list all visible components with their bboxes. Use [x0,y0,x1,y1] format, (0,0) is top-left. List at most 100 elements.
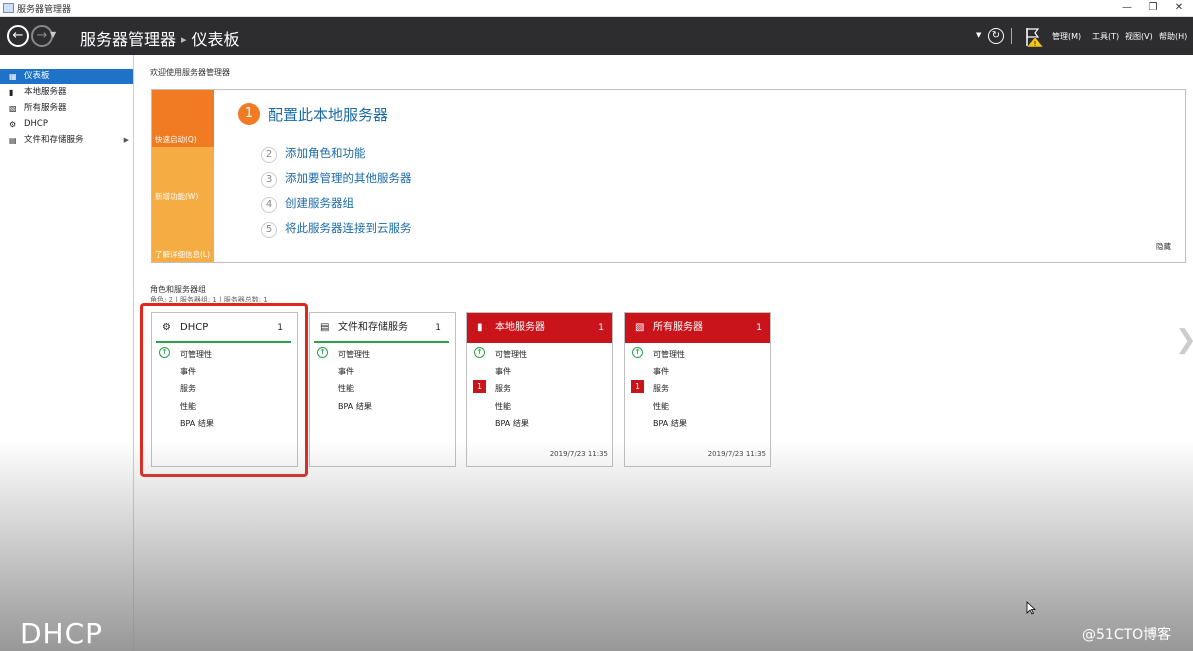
menu-help[interactable]: 帮助(H) [1159,31,1187,42]
breadcrumb-separator: ▸ [181,33,187,46]
tile-row-bpa[interactable]: BPA 结果 [653,418,687,429]
tile-row-services[interactable]: 1 服务 [473,380,511,394]
window-title: 服务器管理器 [17,5,72,15]
tab-quick-start[interactable]: 快速启动(Q) [152,90,214,147]
step-label: 创建服务器组 [285,196,354,210]
tile-row-events[interactable]: 事件 [495,366,511,377]
tile-row-events[interactable]: 事件 [653,366,669,377]
tile-header[interactable]: ▤ 文件和存储服务 1 [314,313,449,343]
menu-tools[interactable]: 工具(T) [1092,31,1119,42]
tile-header[interactable]: ▮ 本地服务器 1 [467,313,612,343]
history-dropdown-icon[interactable]: ▼ [50,30,56,39]
tile-row-manageability[interactable]: ↑ 可管理性 [632,347,685,360]
chevron-down-icon[interactable]: ▼ [976,31,981,39]
sidebar-item-label: DHCP [24,119,48,129]
row-label: 事件 [338,367,354,376]
step-number: 3 [261,172,277,188]
tab-whats-new[interactable]: 新增功能(W) [152,147,214,204]
minimize-button[interactable]: — [1114,0,1140,16]
quick-start-panel: 快速启动(Q) 新增功能(W) 了解详细信息(L) 1 配置此本地服务器 2 添加… [151,89,1186,263]
server-icon: ▮ [477,322,483,333]
tab-learn-more[interactable]: 了解详细信息(L) [152,204,214,262]
storage-icon: ▤ [320,322,330,333]
servers-icon: ▧ [635,322,645,333]
welcome-title: 欢迎使用服务器管理器 [150,68,230,77]
tile-title: 文件和存储服务 [338,322,408,333]
tile-row-bpa[interactable]: BPA 结果 [495,418,529,429]
tile-title: 所有服务器 [653,322,703,333]
back-arrow-icon[interactable]: ← [7,25,29,47]
refresh-icon[interactable]: ↻ [988,28,1004,44]
ok-status-icon: ↑ [317,347,328,358]
row-label: 事件 [495,367,511,376]
tile-row-bpa[interactable]: BPA 结果 [338,401,372,412]
watermark: @51CTO博客 [1082,627,1172,643]
restore-button[interactable]: ❐ [1140,0,1166,16]
connect-cloud-link[interactable]: 5 将此服务器连接到云服务 [261,220,412,238]
chevron-right-icon[interactable]: ❯ [1175,325,1193,355]
sidebar-item-local-server[interactable]: ▮ 本地服务器 [0,85,133,100]
step-number-badge: 1 [238,103,260,125]
tile-row-manageability[interactable]: ↑ 可管理性 [474,347,527,360]
tile-count: 1 [756,323,762,333]
configure-local-server-link[interactable]: 配置此本地服务器 [268,104,388,125]
menu-manage[interactable]: 管理(M) [1052,31,1081,42]
alert-count-badge: 1 [473,380,486,393]
row-label: 性能 [653,402,669,411]
servers-icon: ▧ [9,104,17,113]
role-tile-local-server[interactable]: ▮ 本地服务器 1 ↑ 可管理性 事件 1 服务 性能 BPA 结果 2019/7/… [466,312,613,467]
highlight-box [140,303,308,477]
sidebar-item-dhcp[interactable]: ⚙ DHCP [0,117,133,132]
menu-view[interactable]: 视图(V) [1125,31,1153,42]
svg-text:!: ! [1034,40,1037,48]
tile-row-performance[interactable]: 性能 [495,401,511,412]
tile-row-manageability[interactable]: ↑ 可管理性 [317,347,370,360]
step-number: 2 [261,147,277,163]
row-label: 可管理性 [653,350,685,359]
notification-flag-icon[interactable]: ! [1024,26,1044,48]
row-label: 性能 [338,384,354,393]
tile-count: 1 [598,323,604,333]
video-caption: DHCP [20,617,104,650]
step-label: 添加要管理的其他服务器 [285,171,412,185]
close-button[interactable]: ✕ [1166,0,1192,16]
role-tile-file-storage[interactable]: ▤ 文件和存储服务 1 ↑ 可管理性 事件 性能 BPA 结果 [309,312,456,467]
step-number: 4 [261,197,277,213]
dhcp-icon: ⚙ [9,120,17,129]
row-label: 性能 [495,402,511,411]
expand-arrow-icon[interactable]: ▶ [124,133,129,148]
create-server-group-link[interactable]: 4 创建服务器组 [261,195,354,213]
sidebar-item-label: 所有服务器 [24,103,67,113]
hide-link[interactable]: 隐藏 [1156,241,1171,252]
tile-header[interactable]: ▧ 所有服务器 1 [625,313,770,343]
sidebar: ▦ 仪表板 ▮ 本地服务器 ▧ 所有服务器 ⚙ DHCP ▤ 文件和存储服务 ▶ [0,55,134,651]
tile-row-performance[interactable]: 性能 [653,401,669,412]
tile-row-services[interactable]: 1 服务 [631,380,669,394]
step-number: 5 [261,222,277,238]
roles-summary: 角色: 2 | 服务器组: 1 | 服务器总数: 1 [150,296,268,302]
tile-count: 1 [435,323,441,333]
sidebar-item-label: 仪表板 [24,71,50,81]
add-servers-link[interactable]: 3 添加要管理的其他服务器 [261,170,412,188]
sidebar-item-label: 本地服务器 [24,87,67,97]
row-label: 服务 [653,384,669,393]
sidebar-item-dashboard[interactable]: ▦ 仪表板 [0,69,133,84]
add-roles-link[interactable]: 2 添加角色和功能 [261,145,366,163]
sidebar-item-file-storage[interactable]: ▤ 文件和存储服务 ▶ [0,133,133,148]
tile-row-performance[interactable]: 性能 [338,383,354,394]
breadcrumb-app[interactable]: 服务器管理器 [80,30,176,49]
step-label: 添加角色和功能 [285,146,366,160]
tile-row-events[interactable]: 事件 [338,366,354,377]
row-label: BPA 结果 [495,419,529,428]
mouse-cursor-icon [1026,601,1036,615]
row-label: 可管理性 [338,350,370,359]
sidebar-item-all-servers[interactable]: ▧ 所有服务器 [0,101,133,116]
app-icon [3,3,14,13]
role-tile-all-servers[interactable]: ▧ 所有服务器 1 ↑ 可管理性 事件 1 服务 性能 BPA 结果 2019/7/… [624,312,771,467]
row-label: BPA 结果 [653,419,687,428]
ok-status-icon: ↑ [632,347,643,358]
ok-status-icon: ↑ [474,347,485,358]
app-header: ← → ▼ 服务器管理器 ▸ 仪表板 ▼ ↻ ! 管理(M) 工具(T) 视图(V)… [0,17,1193,55]
row-label: BPA 结果 [338,402,372,411]
dashboard-icon: ▦ [9,72,17,81]
